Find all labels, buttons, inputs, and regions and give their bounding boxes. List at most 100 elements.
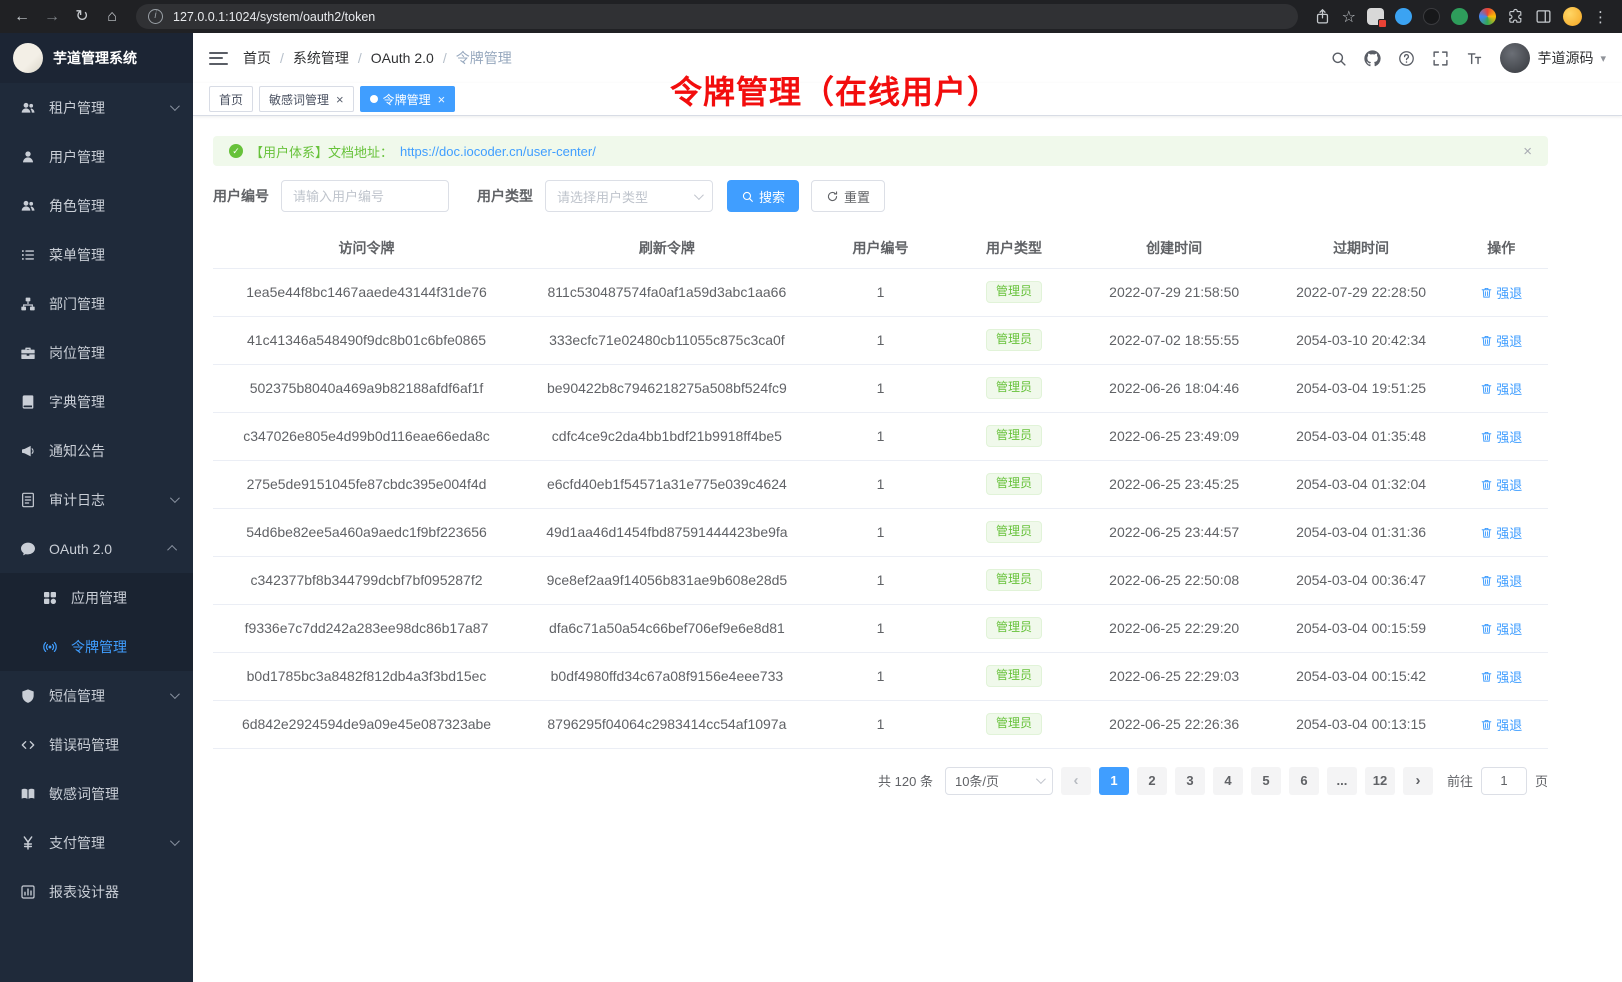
side-panel-button[interactable] [1535,8,1552,25]
sidebar-item[interactable]: 支付管理 [0,818,193,867]
browser-reload-button[interactable]: ↻ [68,3,96,31]
refresh-token-cell: 333ecfc71e02480cb11055c875c3ca0f [520,316,814,364]
site-info-icon[interactable]: i [148,9,163,24]
address-bar[interactable]: i 127.0.0.1:1024/system/oauth2/token [136,4,1298,29]
user-menu[interactable]: 芋道源码 ▾ [1500,43,1606,73]
page-button[interactable]: 1 [1099,767,1129,795]
sidebar-item[interactable]: 字典管理 [0,377,193,426]
search-icon[interactable] [1330,50,1347,67]
force-logout-button[interactable]: 强退 [1480,283,1522,302]
breadcrumb-item[interactable]: OAuth 2.0 [349,50,434,66]
extension-icon-blue[interactable] [1395,8,1412,25]
extension-icon-grid[interactable] [1367,8,1384,25]
app-logo[interactable]: 芋道管理系统 [0,33,193,83]
share-button[interactable] [1314,8,1331,25]
page-button[interactable]: 3 [1175,767,1205,795]
page-size-select[interactable]: 10条/页 [945,767,1053,795]
browser-toolbar: ← → ↻ ⌂ i 127.0.0.1:1024/system/oauth2/t… [0,0,1622,33]
breadcrumb-item[interactable]: 首页 [243,48,271,68]
force-logout-button[interactable]: 强退 [1480,667,1522,686]
extension-icon-colorful[interactable] [1479,8,1496,25]
force-logout-button[interactable]: 强退 [1480,571,1522,590]
sidebar-item[interactable]: 用户管理 [0,132,193,181]
browser-profile-avatar[interactable] [1563,7,1582,26]
extensions-puzzle-button[interactable] [1507,8,1524,25]
action-cell: 强退 [1455,700,1548,748]
sidebar-item[interactable]: 部门管理 [0,279,193,328]
font-size-icon[interactable] [1466,50,1483,67]
sidebar-item[interactable]: 短信管理 [0,671,193,720]
sidebar-item[interactable]: 菜单管理 [0,230,193,279]
sidebar-item[interactable]: 租户管理 [0,83,193,132]
page-button[interactable]: 12 [1365,767,1395,795]
tab-close-icon[interactable]: × [438,93,446,106]
page-list: 1 2 3 4 5 6 ... 12 [1099,767,1395,795]
extension-badge [1378,19,1387,28]
create-time-cell: 2022-06-25 22:29:03 [1081,652,1268,700]
page-button[interactable]: 4 [1213,767,1243,795]
sidebar-item[interactable]: 审计日志 [0,475,193,524]
extension-icon-dark[interactable] [1423,8,1440,25]
force-logout-button[interactable]: 强退 [1480,331,1522,350]
browser-forward-button[interactable]: → [38,3,66,31]
table-header-row: 访问令牌刷新令牌用户编号用户类型创建时间过期时间操作 [213,228,1548,268]
table-row: b0d1785bc3a8482f812db4a3f3bd15ec b0df498… [213,652,1548,700]
sidebar-item-label: 审计日志 [49,490,105,510]
access-token-cell: 1ea5e44f8bc1467aaede43144f31de76 [213,268,520,316]
refresh-token-cell: be90422b8c7946218275a508bf524fc9 [520,364,814,412]
force-logout-button[interactable]: 强退 [1480,523,1522,542]
force-logout-button[interactable]: 强退 [1480,427,1522,446]
sidebar-item[interactable]: 错误码管理 [0,720,193,769]
alert-close-icon[interactable]: × [1523,143,1532,160]
refresh-token-cell: 9ce8ef2aa9f14056b831ae9b608e28d5 [520,556,814,604]
sidebar-item-label: 应用管理 [71,588,127,608]
action-cell: 强退 [1455,604,1548,652]
sidebar-item[interactable]: 报表设计器 [0,867,193,916]
prev-page-button[interactable]: ‹ [1061,767,1091,795]
select-placeholder: 请选择用户类型 [557,187,648,206]
sidebar-toggle-icon[interactable] [209,52,228,65]
help-icon[interactable] [1398,50,1415,67]
force-logout-button[interactable]: 强退 [1480,619,1522,638]
sidebar-item[interactable]: 通知公告 [0,426,193,475]
breadcrumb-item[interactable]: 令牌管理 [434,48,512,68]
create-time-cell: 2022-06-25 23:44:57 [1081,508,1268,556]
view-tab[interactable]: 敏感词管理 × [259,86,354,112]
search-button-label: 搜索 [759,187,785,206]
tab-close-icon[interactable]: × [336,93,344,106]
sidebar-item[interactable]: 岗位管理 [0,328,193,377]
sidebar-item[interactable]: 敏感词管理 [0,769,193,818]
doc-link[interactable]: https://doc.iocoder.cn/user-center/ [400,144,596,159]
user-id-input[interactable] [281,180,449,212]
sidebar-item-label: 角色管理 [49,196,105,216]
github-icon[interactable] [1364,50,1381,67]
extension-icon-green[interactable] [1451,8,1468,25]
sidebar-item[interactable]: 应用管理 [0,573,193,622]
browser-menu-button[interactable]: ⋮ [1593,8,1608,26]
force-logout-button[interactable]: 强退 [1480,475,1522,494]
page-button[interactable]: 6 [1289,767,1319,795]
force-logout-button[interactable]: 强退 [1480,379,1522,398]
chevron-icon [170,836,180,846]
reset-button[interactable]: 重置 [811,180,885,212]
sidebar-item[interactable]: 角色管理 [0,181,193,230]
page-button[interactable]: ... [1327,767,1357,795]
force-logout-button[interactable]: 强退 [1480,715,1522,734]
page-button[interactable]: 5 [1251,767,1281,795]
browser-back-button[interactable]: ← [8,3,36,31]
goto-page-input[interactable] [1481,767,1527,795]
search-button[interactable]: 搜索 [727,180,799,212]
breadcrumb-item[interactable]: 系统管理 [271,48,349,68]
fullscreen-icon[interactable] [1432,50,1449,67]
sidebar-item[interactable]: 令牌管理 [0,622,193,671]
total-count: 共 120 条 [878,771,933,790]
bookmark-star-button[interactable]: ☆ [1342,7,1356,27]
user-type-cell: 管理员 [947,508,1081,556]
page-button[interactable]: 2 [1137,767,1167,795]
next-page-button[interactable]: › [1403,767,1433,795]
browser-home-button[interactable]: ⌂ [98,3,126,31]
view-tab[interactable]: 首页 [209,86,253,112]
view-tab[interactable]: 令牌管理 × [360,86,456,112]
sidebar-item[interactable]: OAuth 2.0 [0,524,193,573]
user-type-select[interactable]: 请选择用户类型 [545,180,713,212]
